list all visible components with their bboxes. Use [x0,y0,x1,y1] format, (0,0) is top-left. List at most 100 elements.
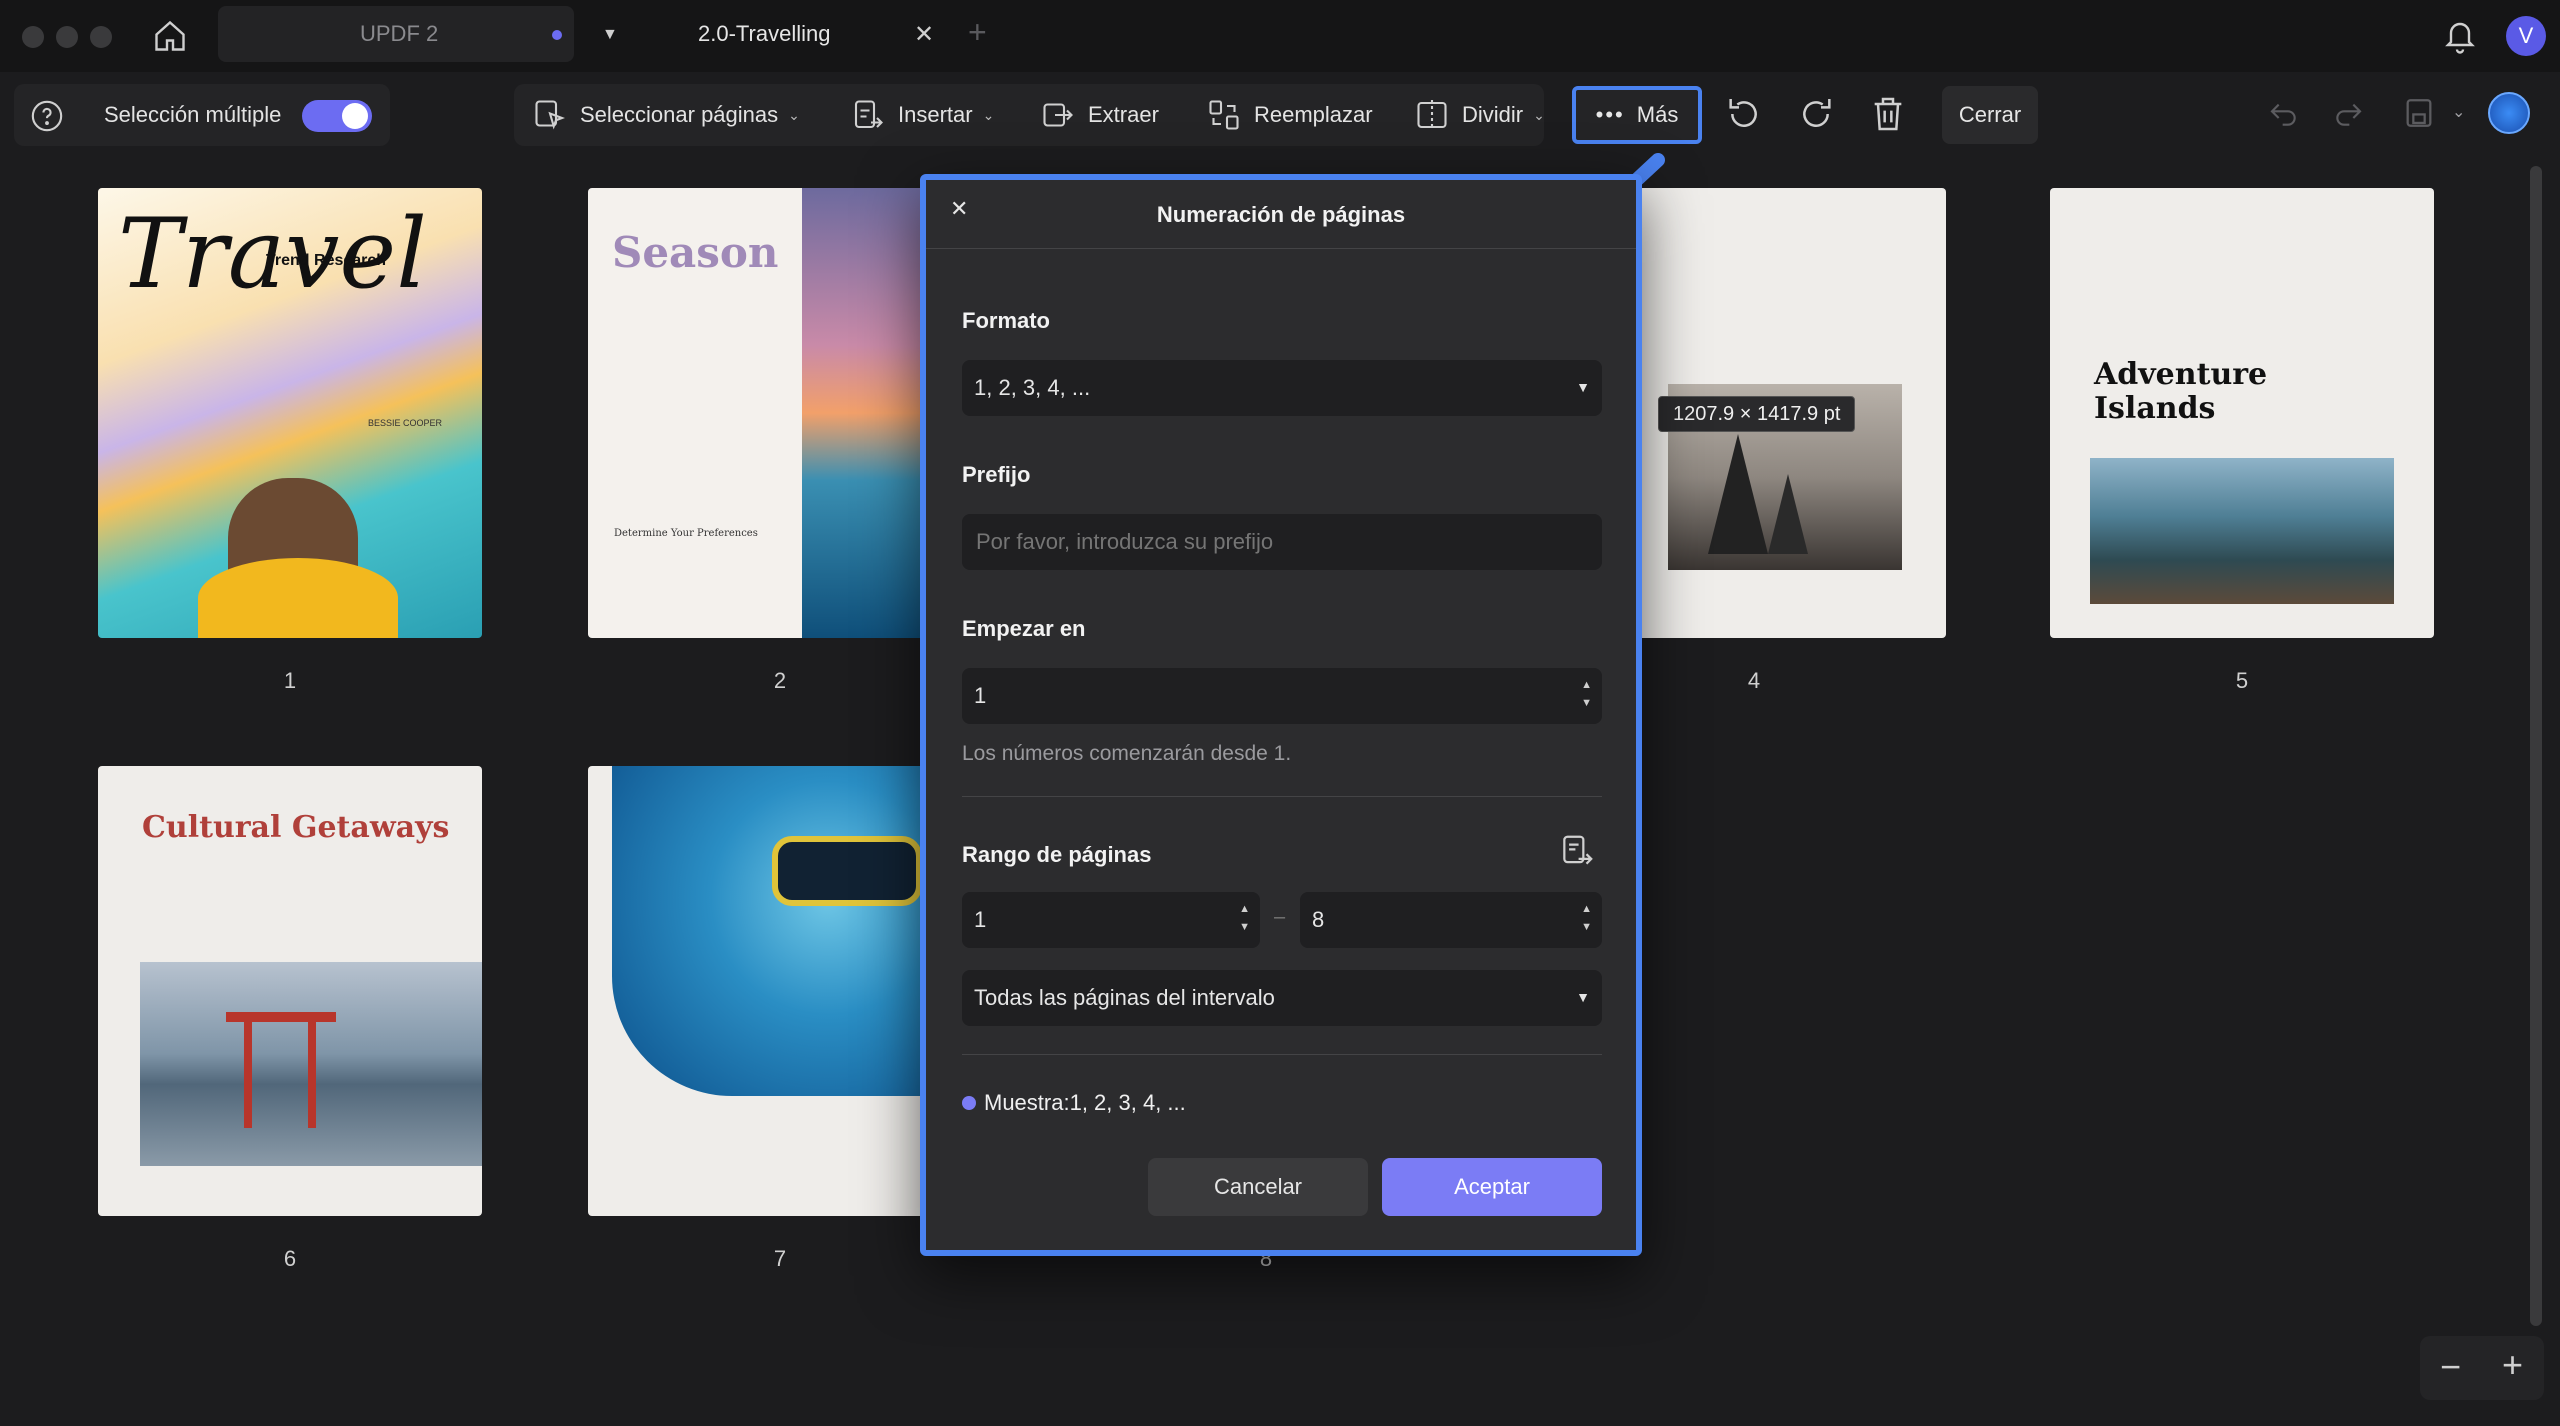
cancel-button[interactable]: Cancelar [1148,1158,1368,1216]
stepper-arrows-icon[interactable]: ▲ ▼ [1239,900,1250,936]
page-numbering-dialog: ✕ Numeración de páginas Formato 1, 2, 3,… [920,174,1642,1256]
start-at-hint: Los números comenzarán desde 1. [962,742,1292,765]
page-thumbnail-6[interactable]: Cultural Getaways [98,766,482,1216]
multi-select-label: Selección múltiple [104,102,282,127]
page-subheading: Determine Your Preferences [614,528,758,539]
extract-label: Extraer [1088,102,1159,127]
dropdown-caret-icon: ▼ [1576,989,1590,1005]
page-title: Cultural Getaways [142,810,450,845]
sample-bullet-icon [962,1096,976,1110]
page-number-7: 7 [773,1246,787,1271]
divider [926,248,1636,249]
rotate-left-icon[interactable] [1724,94,1764,139]
title-bar: UPDF 2 ▼ 2.0-Travelling ✕ + V [0,0,2560,72]
undo-icon[interactable] [2268,98,2300,135]
range-to-value: 8 [1312,907,1325,932]
insert-page-icon [854,100,883,129]
save-options-chevron-icon[interactable]: ⌄ [2452,102,2465,122]
page-title: Adventure Islands [2094,357,2268,426]
save-icon[interactable] [2402,96,2436,135]
tab-label: UPDF 2 [360,21,439,46]
range-from-stepper[interactable]: 1 ▲ ▼ [962,892,1260,948]
chevron-down-icon: ⌄ [788,106,800,123]
tab-list-chevron-icon[interactable]: ▼ [602,26,618,44]
zoom-window-button[interactable] [90,26,112,48]
divider [962,1054,1602,1055]
delete-icon[interactable] [1868,94,1908,139]
page-range-swap-icon[interactable] [1558,832,1596,875]
accept-button[interactable]: Aceptar [1382,1158,1602,1216]
close-tab-icon[interactable]: ✕ [914,20,934,49]
format-select[interactable]: 1, 2, 3, 4, ... ▼ [962,360,1602,416]
insert-label: Insertar [898,102,973,127]
page-thumbnail-5[interactable]: Adventure Islands [2050,188,2434,638]
notification-bell-icon[interactable] [2442,16,2478,61]
tab-travelling[interactable]: 2.0-Travelling ✕ [648,6,948,62]
sample-text: Muestra:1, 2, 3, 4, ... [984,1090,1186,1115]
range-mode-value: Todas las páginas del intervalo [974,985,1275,1010]
new-tab-icon[interactable]: + [968,14,987,51]
home-icon[interactable] [152,18,188,59]
page-thumbnail-1[interactable]: Travel Trend Research BESSIE COOPER [98,188,482,638]
chevron-down-icon: ⌄ [982,106,995,123]
help-icon[interactable] [30,99,64,138]
page-number-6: 6 [283,1246,297,1271]
rotate-right-icon[interactable] [1796,94,1836,139]
more-button[interactable]: ••• Más [1572,86,1702,144]
kayak-image [198,558,398,638]
start-at-label: Empezar en [962,616,1086,641]
extract-button[interactable]: Extraer [1040,84,1159,146]
stepper-arrows-icon[interactable]: ▲ ▼ [1581,900,1592,936]
torii-gate-image [140,962,482,1166]
range-mode-select[interactable]: Todas las páginas del intervalo ▼ [962,970,1602,1026]
page-thumbnail-2[interactable]: Season Determine Your Preferences [588,188,972,638]
multi-select-toggle[interactable] [302,100,372,132]
insert-button[interactable]: Insertar ⌄ [850,84,994,146]
page-number-2: 2 [773,668,787,693]
stepper-arrows-icon[interactable]: ▲ ▼ [1581,676,1592,712]
range-to-stepper[interactable]: 8 ▲ ▼ [1300,892,1602,948]
close-organizer-button[interactable]: Cerrar [1942,86,2038,144]
page-title: Season [612,228,779,277]
select-pages-button[interactable]: Seleccionar páginas ⌄ [532,84,800,146]
chevron-down-icon: ⌄ [1533,106,1545,123]
page-actions-group: Seleccionar páginas ⌄ Insertar ⌄ Extraer R… [514,84,1545,146]
start-at-stepper[interactable]: 1 ▲ ▼ [962,668,1602,724]
page-range-label: Rango de páginas [962,842,1152,867]
split-icon [1417,100,1447,130]
cursor-select-icon [535,100,565,130]
divider [962,796,1602,797]
ai-assistant-icon[interactable] [2488,92,2530,134]
minimize-window-button[interactable] [56,26,78,48]
prefix-input[interactable] [962,514,1602,570]
prefix-label: Prefijo [962,462,1031,487]
select-pages-label: Seleccionar páginas [580,102,779,127]
vertical-scrollbar[interactable] [2530,166,2542,1326]
page-number-1: 1 [283,668,297,693]
dropdown-caret-icon: ▼ [1576,379,1590,395]
split-button[interactable]: Dividir ⌄ [1414,84,1545,146]
zoom-in-icon[interactable]: + [2502,1344,2523,1386]
multi-select-group: Selección múltiple [14,84,390,146]
range-from-value: 1 [974,907,987,932]
toggle-knob [342,103,368,129]
start-at-value: 1 [974,683,987,708]
page-thumbnail-7[interactable] [588,766,972,1216]
user-avatar[interactable]: V [2506,16,2546,56]
page-subtitle: Trend Research [266,252,387,269]
range-dash: – [1274,906,1286,928]
replace-label: Reemplazar [1254,102,1373,127]
split-label: Dividir [1462,102,1524,127]
redo-icon[interactable] [2332,98,2364,135]
close-window-button[interactable] [22,26,44,48]
zoom-controls: − + [2420,1336,2544,1400]
page-author: BESSIE COOPER [368,418,443,428]
zoom-out-icon[interactable]: − [2440,1346,2461,1388]
page-number-5: 5 [2235,668,2249,693]
extract-icon [1043,103,1073,127]
page-size-tooltip: 1207.9 × 1417.9 pt [1658,396,1856,432]
tab-updf[interactable]: UPDF 2 [218,6,574,62]
rock-arch-image [2090,458,2394,604]
more-label: Más [1636,102,1679,127]
replace-button[interactable]: Reemplazar [1206,84,1373,146]
